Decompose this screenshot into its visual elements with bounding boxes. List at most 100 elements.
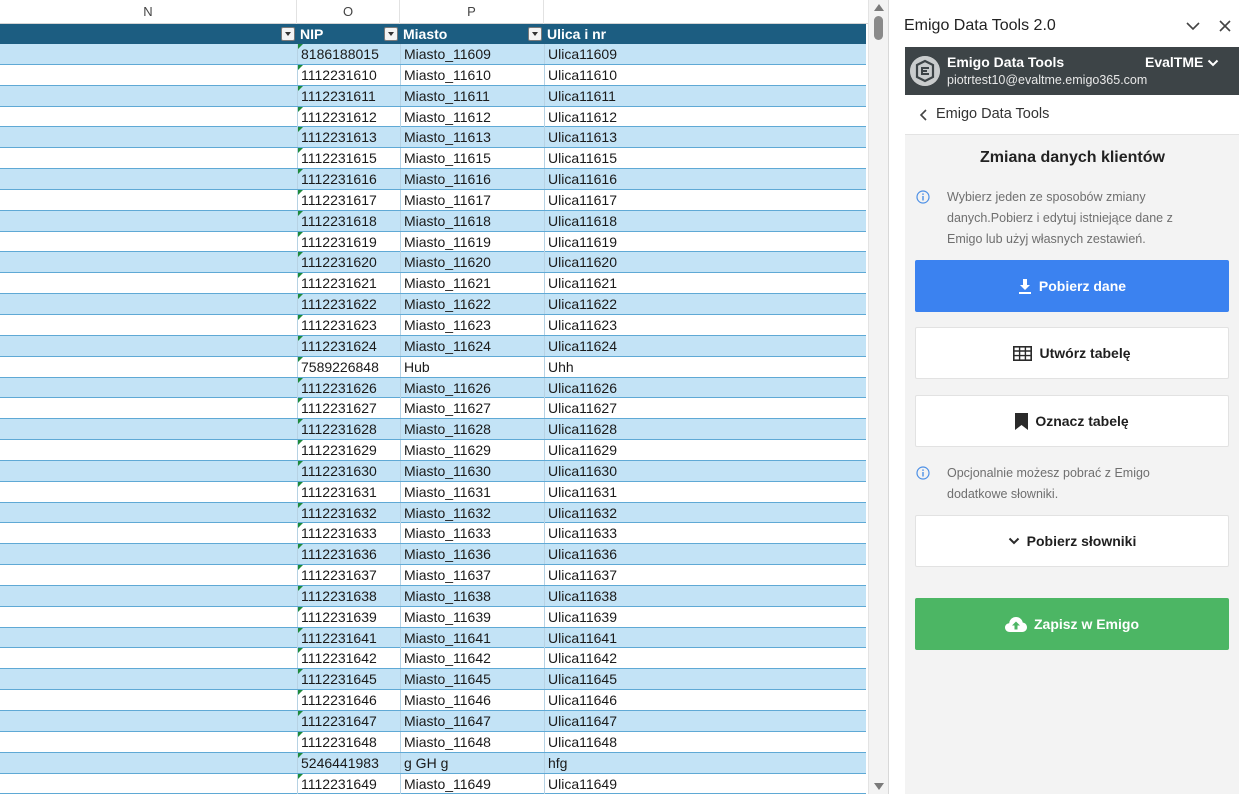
cell-ulica[interactable]: Ulica11610 (544, 64, 866, 85)
tenant-selector[interactable]: EvalTME (1145, 54, 1203, 70)
table-row[interactable]: 1112231646 Miasto_11646 Ulica11646 (0, 690, 866, 711)
table-row[interactable]: 8186188015 Miasto_11609 Ulica11609 (0, 44, 866, 65)
table-row[interactable]: 1112231649 Miasto_11649 Ulica11649 (0, 773, 866, 794)
cell-nip[interactable]: 1112231648 (297, 731, 400, 752)
table-row[interactable]: 1112231638 Miasto_11638 Ulica11638 (0, 585, 866, 607)
cell-ulica[interactable]: Ulica11616 (544, 169, 866, 190)
column-letter-n[interactable]: N (0, 0, 297, 24)
table-row[interactable]: 1112231642 Miasto_11642 Ulica11642 (0, 648, 866, 670)
table-row[interactable]: 1112231613 Miasto_11613 Ulica11613 (0, 127, 866, 149)
cell-nip[interactable]: 8186188015 (297, 44, 400, 64)
cell-miasto[interactable]: Miasto_11617 (400, 189, 544, 210)
table-row[interactable]: 1112231637 Miasto_11637 Ulica11637 (0, 565, 866, 586)
cell-miasto[interactable]: Miasto_11632 (400, 502, 544, 523)
cell-miasto[interactable]: Miasto_11638 (400, 585, 544, 606)
cell-ulica[interactable]: Ulica11626 (544, 377, 866, 398)
cell-nip[interactable]: 1112231610 (297, 64, 400, 85)
cell-miasto[interactable]: Miasto_11626 (400, 377, 544, 398)
back-link-label[interactable]: Emigo Data Tools (936, 106, 1049, 122)
cell-ulica[interactable]: Uhh (544, 356, 866, 377)
table-row[interactable]: 1112231632 Miasto_11632 Ulica11632 (0, 502, 866, 524)
table-row[interactable]: 1112231648 Miasto_11648 Ulica11648 (0, 731, 866, 753)
cell-miasto[interactable]: Miasto_11610 (400, 64, 544, 85)
cell-miasto[interactable]: Miasto_11615 (400, 148, 544, 169)
cell-miasto[interactable]: Miasto_11639 (400, 606, 544, 627)
cell-miasto[interactable]: Miasto_11621 (400, 273, 544, 294)
cell-miasto[interactable]: Miasto_11630 (400, 460, 544, 481)
cell-ulica[interactable]: Ulica11638 (544, 585, 866, 606)
download-data-button[interactable]: Pobierz dane (915, 260, 1229, 312)
header-miasto[interactable]: Miasto (400, 24, 447, 44)
table-row[interactable]: 1112231618 Miasto_11618 Ulica11618 (0, 210, 866, 232)
table-row[interactable]: 1112231636 Miasto_11636 Ulica11636 (0, 544, 866, 566)
cell-nip[interactable]: 1112231649 (297, 773, 400, 794)
cell-ulica[interactable]: Ulica11611 (544, 85, 866, 106)
cell-miasto[interactable]: Miasto_11622 (400, 294, 544, 315)
table-row[interactable]: 1112231621 Miasto_11621 Ulica11621 (0, 273, 866, 295)
cell-nip[interactable]: 1112231636 (297, 544, 400, 565)
cell-nip[interactable]: 1112231615 (297, 148, 400, 169)
cell-ulica[interactable]: Ulica11622 (544, 294, 866, 315)
cell-miasto[interactable]: Miasto_11613 (400, 127, 544, 148)
cell-nip[interactable]: 1112231624 (297, 335, 400, 356)
cell-ulica[interactable]: Ulica11646 (544, 690, 866, 711)
cell-nip[interactable]: 1112231628 (297, 419, 400, 440)
cell-ulica[interactable]: Ulica11633 (544, 523, 866, 544)
table-row[interactable]: 5246441983 g GH g hfg (0, 752, 866, 774)
save-to-emigo-button[interactable]: Zapisz w Emigo (915, 598, 1229, 650)
scroll-thumb[interactable] (874, 16, 883, 40)
cell-miasto[interactable]: Miasto_11624 (400, 335, 544, 356)
cell-ulica[interactable]: Ulica11647 (544, 711, 866, 731)
cell-miasto[interactable]: Miasto_11620 (400, 252, 544, 273)
cell-ulica[interactable]: Ulica11619 (544, 231, 866, 252)
cell-ulica[interactable]: Ulica11612 (544, 106, 866, 127)
cell-nip[interactable]: 1112231638 (297, 585, 400, 606)
cell-miasto[interactable]: Miasto_11616 (400, 169, 544, 190)
table-row[interactable]: 1112231610 Miasto_11610 Ulica11610 (0, 64, 866, 86)
vertical-scrollbar[interactable] (868, 0, 888, 794)
cell-nip[interactable]: 1112231618 (297, 210, 400, 231)
cell-nip[interactable]: 1112231626 (297, 377, 400, 398)
cell-ulica[interactable]: Ulica11642 (544, 648, 866, 669)
mark-table-button[interactable]: Oznacz tabelę (915, 395, 1229, 447)
cell-nip[interactable]: 1112231612 (297, 106, 400, 127)
cell-nip[interactable]: 1112231619 (297, 231, 400, 252)
cell-miasto[interactable]: Miasto_11646 (400, 690, 544, 711)
table-row[interactable]: 1112231641 Miasto_11641 Ulica11641 (0, 627, 866, 649)
table-row[interactable]: 1112231630 Miasto_11630 Ulica11630 (0, 460, 866, 482)
table-row[interactable]: 1112231647 Miasto_11647 Ulica11647 (0, 711, 866, 732)
filter-dropdown-nip-icon[interactable] (281, 27, 295, 41)
cell-nip[interactable]: 7589226848 (297, 356, 400, 377)
cell-miasto[interactable]: Hub (400, 356, 544, 377)
table-row[interactable]: 1112231617 Miasto_11617 Ulica11617 (0, 189, 866, 211)
cell-ulica[interactable]: Ulica11645 (544, 669, 866, 690)
cell-nip[interactable]: 1112231639 (297, 606, 400, 627)
cell-ulica[interactable]: Ulica11632 (544, 502, 866, 523)
table-row[interactable]: 1112231645 Miasto_11645 Ulica11645 (0, 669, 866, 691)
close-icon[interactable] (1217, 18, 1233, 34)
cell-miasto[interactable]: Miasto_11641 (400, 627, 544, 648)
cell-ulica[interactable]: Ulica11613 (544, 127, 866, 148)
cell-ulica[interactable]: Ulica11641 (544, 627, 866, 648)
cell-ulica[interactable]: Ulica11627 (544, 398, 866, 419)
cell-ulica[interactable]: Ulica11615 (544, 148, 866, 169)
cell-miasto[interactable]: Miasto_11629 (400, 440, 544, 461)
filter-dropdown-miasto-icon[interactable] (528, 27, 542, 41)
cell-ulica[interactable]: Ulica11618 (544, 210, 866, 231)
cell-ulica[interactable]: Ulica11637 (544, 565, 866, 586)
table-row[interactable]: 1112231627 Miasto_11627 Ulica11627 (0, 398, 866, 420)
table-row[interactable]: 1112231616 Miasto_11616 Ulica11616 (0, 169, 866, 190)
spreadsheet-grid[interactable]: N O P NIP Miasto Ulica i nr 8186188015 Mi… (0, 0, 868, 794)
cell-miasto[interactable]: Miasto_11623 (400, 314, 544, 335)
cell-ulica[interactable]: Ulica11649 (544, 773, 866, 794)
header-ulica[interactable]: Ulica i nr (544, 24, 606, 44)
cell-nip[interactable]: 1112231646 (297, 690, 400, 711)
cell-ulica[interactable]: hfg (544, 752, 866, 773)
table-row[interactable]: 1112231620 Miasto_11620 Ulica11620 (0, 252, 866, 274)
table-row[interactable]: 1112231612 Miasto_11612 Ulica11612 (0, 106, 866, 128)
cell-nip[interactable]: 1112231637 (297, 565, 400, 586)
cell-nip[interactable]: 1112231630 (297, 460, 400, 481)
cell-miasto[interactable]: Miasto_11618 (400, 210, 544, 231)
cell-nip[interactable]: 1112231632 (297, 502, 400, 523)
cell-nip[interactable]: 1112231633 (297, 523, 400, 544)
